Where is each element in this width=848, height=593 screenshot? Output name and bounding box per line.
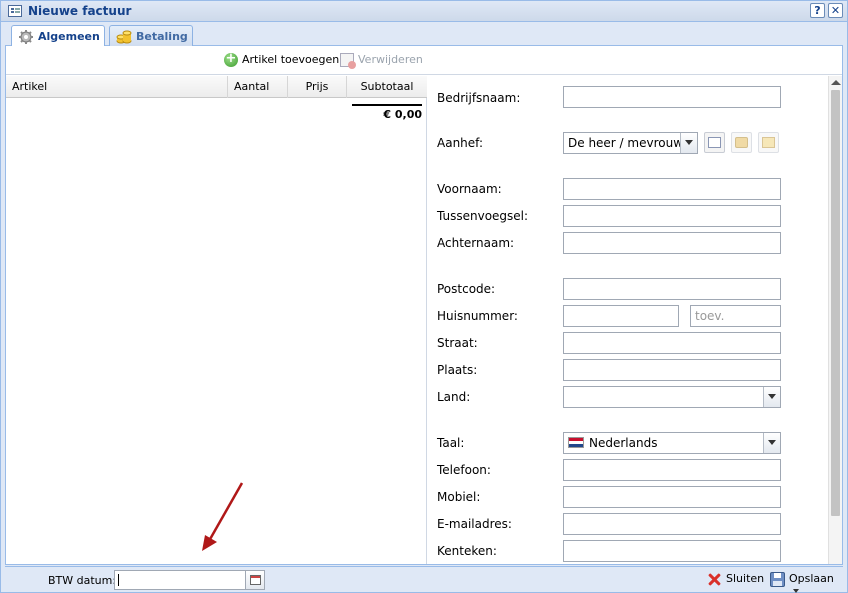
btw-date-label: BTW datum:	[48, 574, 117, 587]
close-button[interactable]: Sluiten	[707, 572, 764, 585]
dutch-flag-icon	[568, 437, 584, 448]
window-footer: BTW datum: Sluiten Opslaan	[5, 566, 843, 593]
contact-card-icon	[708, 137, 721, 148]
chevron-down-icon	[763, 387, 780, 407]
articles-toolbar: Artikel toevoegen Verwijderen	[6, 46, 842, 75]
column-header-artikel[interactable]: Artikel	[6, 76, 228, 98]
tab-betaling[interactable]: Betaling	[109, 25, 193, 47]
btw-date-input[interactable]	[114, 570, 246, 590]
land-label: Land:	[437, 390, 471, 404]
telefoon-input[interactable]	[563, 459, 781, 481]
close-button-label: Sluiten	[726, 572, 765, 585]
scroll-up-icon[interactable]	[831, 80, 841, 85]
aanhef-label: Aanhef:	[437, 136, 483, 150]
taal-value: Nederlands	[589, 436, 658, 450]
add-article-button[interactable]: Artikel toevoegen	[224, 51, 340, 67]
articles-grid: Artikel Aantal Prijs Subtotaal € 0,00	[6, 76, 427, 564]
column-header-aantal[interactable]: Aantal	[228, 76, 288, 98]
kenteken-input[interactable]	[563, 540, 781, 562]
customer-form: Bedrijfsnaam: Aanhef: De heer / mevrouw …	[428, 76, 826, 564]
taal-select[interactable]: Nederlands	[563, 432, 781, 454]
lock-button[interactable]	[731, 132, 752, 153]
aanhef-value: De heer / mevrouw	[568, 136, 684, 150]
calendar-icon	[250, 575, 261, 585]
floppy-disk-icon	[770, 572, 785, 587]
grid-header: Artikel Aantal Prijs Subtotaal	[6, 76, 427, 98]
text-caret	[118, 574, 119, 586]
save-button[interactable]: Opslaan	[770, 572, 843, 593]
close-icon	[707, 572, 722, 587]
main-panel: Artikel toevoegen Verwijderen Artikel Aa…	[5, 46, 843, 565]
remove-article-label: Verwijderen	[358, 53, 423, 66]
taal-label: Taal:	[437, 436, 465, 450]
scroll-thumb[interactable]	[831, 90, 840, 516]
remove-article-button[interactable]: Verwijderen	[340, 53, 423, 69]
mobiel-input[interactable]	[563, 486, 781, 508]
bedrijfsnaam-input[interactable]	[563, 86, 781, 108]
form-icon	[8, 5, 22, 17]
chevron-down-icon	[680, 133, 697, 153]
email-input[interactable]	[563, 513, 781, 535]
email-label: E-mailadres:	[437, 517, 512, 531]
straat-input[interactable]	[563, 332, 781, 354]
voornaam-label: Voornaam:	[437, 182, 502, 196]
column-header-prijs[interactable]: Prijs	[288, 76, 347, 98]
bedrijfsnaam-label: Bedrijfsnaam:	[437, 91, 521, 105]
window-titlebar[interactable]: Nieuwe factuur ? ✕	[1, 1, 847, 22]
add-icon	[224, 51, 238, 67]
huisnummer-label: Huisnummer:	[437, 309, 518, 323]
chevron-down-icon[interactable]	[793, 589, 799, 593]
contact-card-button[interactable]	[704, 132, 725, 153]
land-select[interactable]	[563, 386, 781, 408]
window-title: Nieuwe factuur	[28, 4, 132, 18]
aanhef-select[interactable]: De heer / mevrouw	[563, 132, 698, 154]
postcode-label: Postcode:	[437, 282, 496, 296]
tussenvoegsel-label: Tussenvoegsel:	[437, 209, 529, 223]
lock-icon	[735, 137, 748, 148]
achternaam-input[interactable]	[563, 232, 781, 254]
plaats-input[interactable]	[563, 359, 781, 381]
save-button-label: Opslaan	[789, 572, 834, 585]
kenteken-label: Kenteken:	[437, 544, 497, 558]
column-header-subtotaal[interactable]: Subtotaal	[347, 76, 427, 98]
telefoon-label: Telefoon:	[437, 463, 491, 477]
huisnummer-input[interactable]	[563, 305, 679, 327]
date-picker-button[interactable]	[246, 570, 265, 590]
help-button[interactable]: ?	[810, 3, 825, 18]
add-article-label: Artikel toevoegen	[242, 53, 340, 66]
invoice-window: Nieuwe factuur ? ✕ Algemeen Betaling + A…	[0, 0, 848, 593]
tab-betaling-label: Betaling	[136, 30, 188, 43]
achternaam-label: Achternaam:	[437, 236, 515, 250]
mobiel-label: Mobiel:	[437, 490, 481, 504]
tussenvoegsel-input[interactable]	[563, 205, 781, 227]
envelope-icon	[762, 137, 775, 148]
form-scrollbar[interactable]	[828, 76, 842, 564]
postcode-input[interactable]	[563, 278, 781, 300]
gear-icon	[19, 30, 33, 44]
mail-button[interactable]	[758, 132, 779, 153]
plaats-label: Plaats:	[437, 363, 478, 377]
straat-label: Straat:	[437, 336, 478, 350]
delete-icon	[340, 53, 356, 69]
tab-algemeen-label: Algemeen	[38, 30, 100, 43]
tab-algemeen[interactable]: Algemeen	[11, 25, 105, 48]
coins-icon	[116, 30, 132, 44]
chevron-down-icon	[763, 433, 780, 453]
tab-strip: Algemeen Betaling	[5, 23, 843, 48]
grid-total: € 0,00	[352, 104, 422, 121]
close-window-button[interactable]: ✕	[828, 3, 843, 18]
voornaam-input[interactable]	[563, 178, 781, 200]
toevoeging-input[interactable]: toev.	[690, 305, 781, 327]
